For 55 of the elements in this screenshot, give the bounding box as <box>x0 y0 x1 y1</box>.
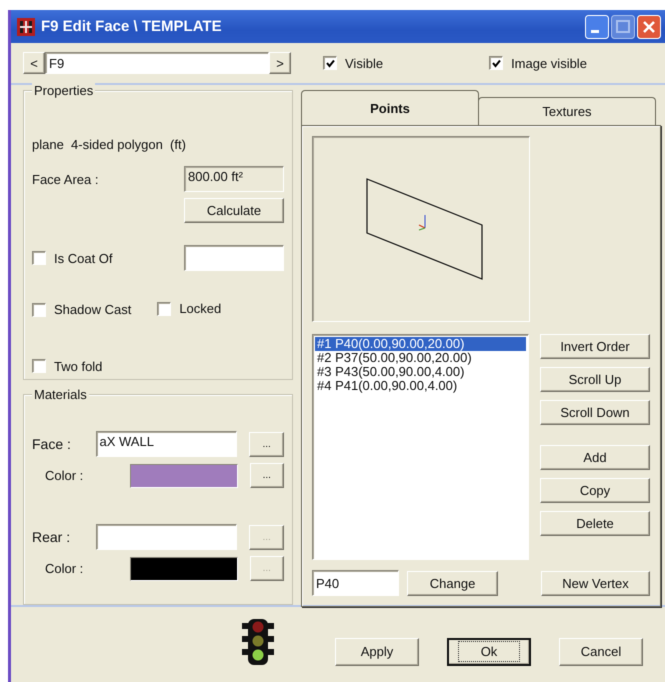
point-action-button[interactable]: Delete <box>540 511 650 536</box>
checkbox-label: Visible <box>345 56 384 70</box>
browse-button[interactable]: ... <box>249 432 284 456</box>
checkbox-label: Shadow Cast <box>54 302 132 318</box>
dialog-button[interactable]: Ok <box>447 638 531 666</box>
point-action-button[interactable]: Invert Order <box>540 334 650 359</box>
material-label: Face : <box>32 436 72 452</box>
point-action-button[interactable]: Scroll Down <box>540 400 650 425</box>
material-field[interactable]: aX WALL <box>96 431 238 457</box>
checkbox[interactable] <box>157 302 172 316</box>
app-logo-icon <box>17 18 35 36</box>
checkbox-label: Two fold <box>54 358 102 374</box>
point-item[interactable]: #2 P37(50.00,90.00,20.00) <box>315 351 526 365</box>
group-title: Properties <box>32 83 96 98</box>
maximize-icon[interactable] <box>611 14 635 38</box>
close-icon[interactable] <box>637 14 661 38</box>
calculate-button[interactable]: Calculate <box>184 198 284 223</box>
traffic-light-icon <box>241 618 275 664</box>
face-name-field[interactable]: F9 <box>45 52 269 74</box>
group-title: Materials <box>32 387 89 402</box>
material-label: Rear : <box>32 529 72 545</box>
window-title: F9 Edit Face \ TEMPLATE <box>41 18 223 35</box>
tab[interactable]: Textures <box>478 97 656 125</box>
color-label: Color : <box>44 561 84 576</box>
checkbox[interactable] <box>32 302 46 317</box>
color-swatch[interactable] <box>130 464 238 488</box>
point-action-button[interactable]: Add <box>540 445 650 470</box>
checkbox[interactable] <box>489 56 504 70</box>
checkbox-label: Locked <box>179 301 222 316</box>
vertex-name-field[interactable]: P40 <box>312 570 399 596</box>
dialog-button[interactable]: Cancel <box>559 638 643 666</box>
checkbox[interactable] <box>323 56 337 70</box>
point-action-button[interactable]: Scroll Up <box>540 367 650 392</box>
material-field[interactable] <box>96 524 238 550</box>
previous-button[interactable]: < <box>23 52 45 74</box>
face-area-label: Face Area : <box>32 172 98 186</box>
checkbox-label: Image visible <box>511 56 587 70</box>
minimize-icon[interactable] <box>585 14 609 38</box>
checkbox[interactable] <box>32 251 46 265</box>
new-vertex-button[interactable]: New Vertex <box>541 570 650 596</box>
browse-button[interactable]: ... <box>250 463 284 488</box>
shape-description: plane 4-sided polygon (ft) <box>32 137 187 152</box>
coat-of-field[interactable] <box>184 245 284 271</box>
dialog-button[interactable]: Apply <box>335 638 419 666</box>
point-item[interactable]: #1 P40(0.00,90.00,20.00) <box>315 337 526 351</box>
point-action-button[interactable]: Copy <box>540 478 650 503</box>
checkbox[interactable] <box>32 359 46 373</box>
point-item[interactable]: #4 P41(0.00,90.00,4.00) <box>315 379 526 393</box>
tab[interactable]: Points <box>301 90 479 125</box>
point-item[interactable]: #3 P43(50.00,90.00,4.00) <box>315 365 526 379</box>
checkbox-label: Is Coat Of <box>54 250 113 266</box>
color-label: Color : <box>44 468 84 483</box>
next-button[interactable]: > <box>269 52 291 74</box>
change-button[interactable]: Change <box>407 570 498 596</box>
face-area-field: 800.00 ft² <box>184 166 284 192</box>
